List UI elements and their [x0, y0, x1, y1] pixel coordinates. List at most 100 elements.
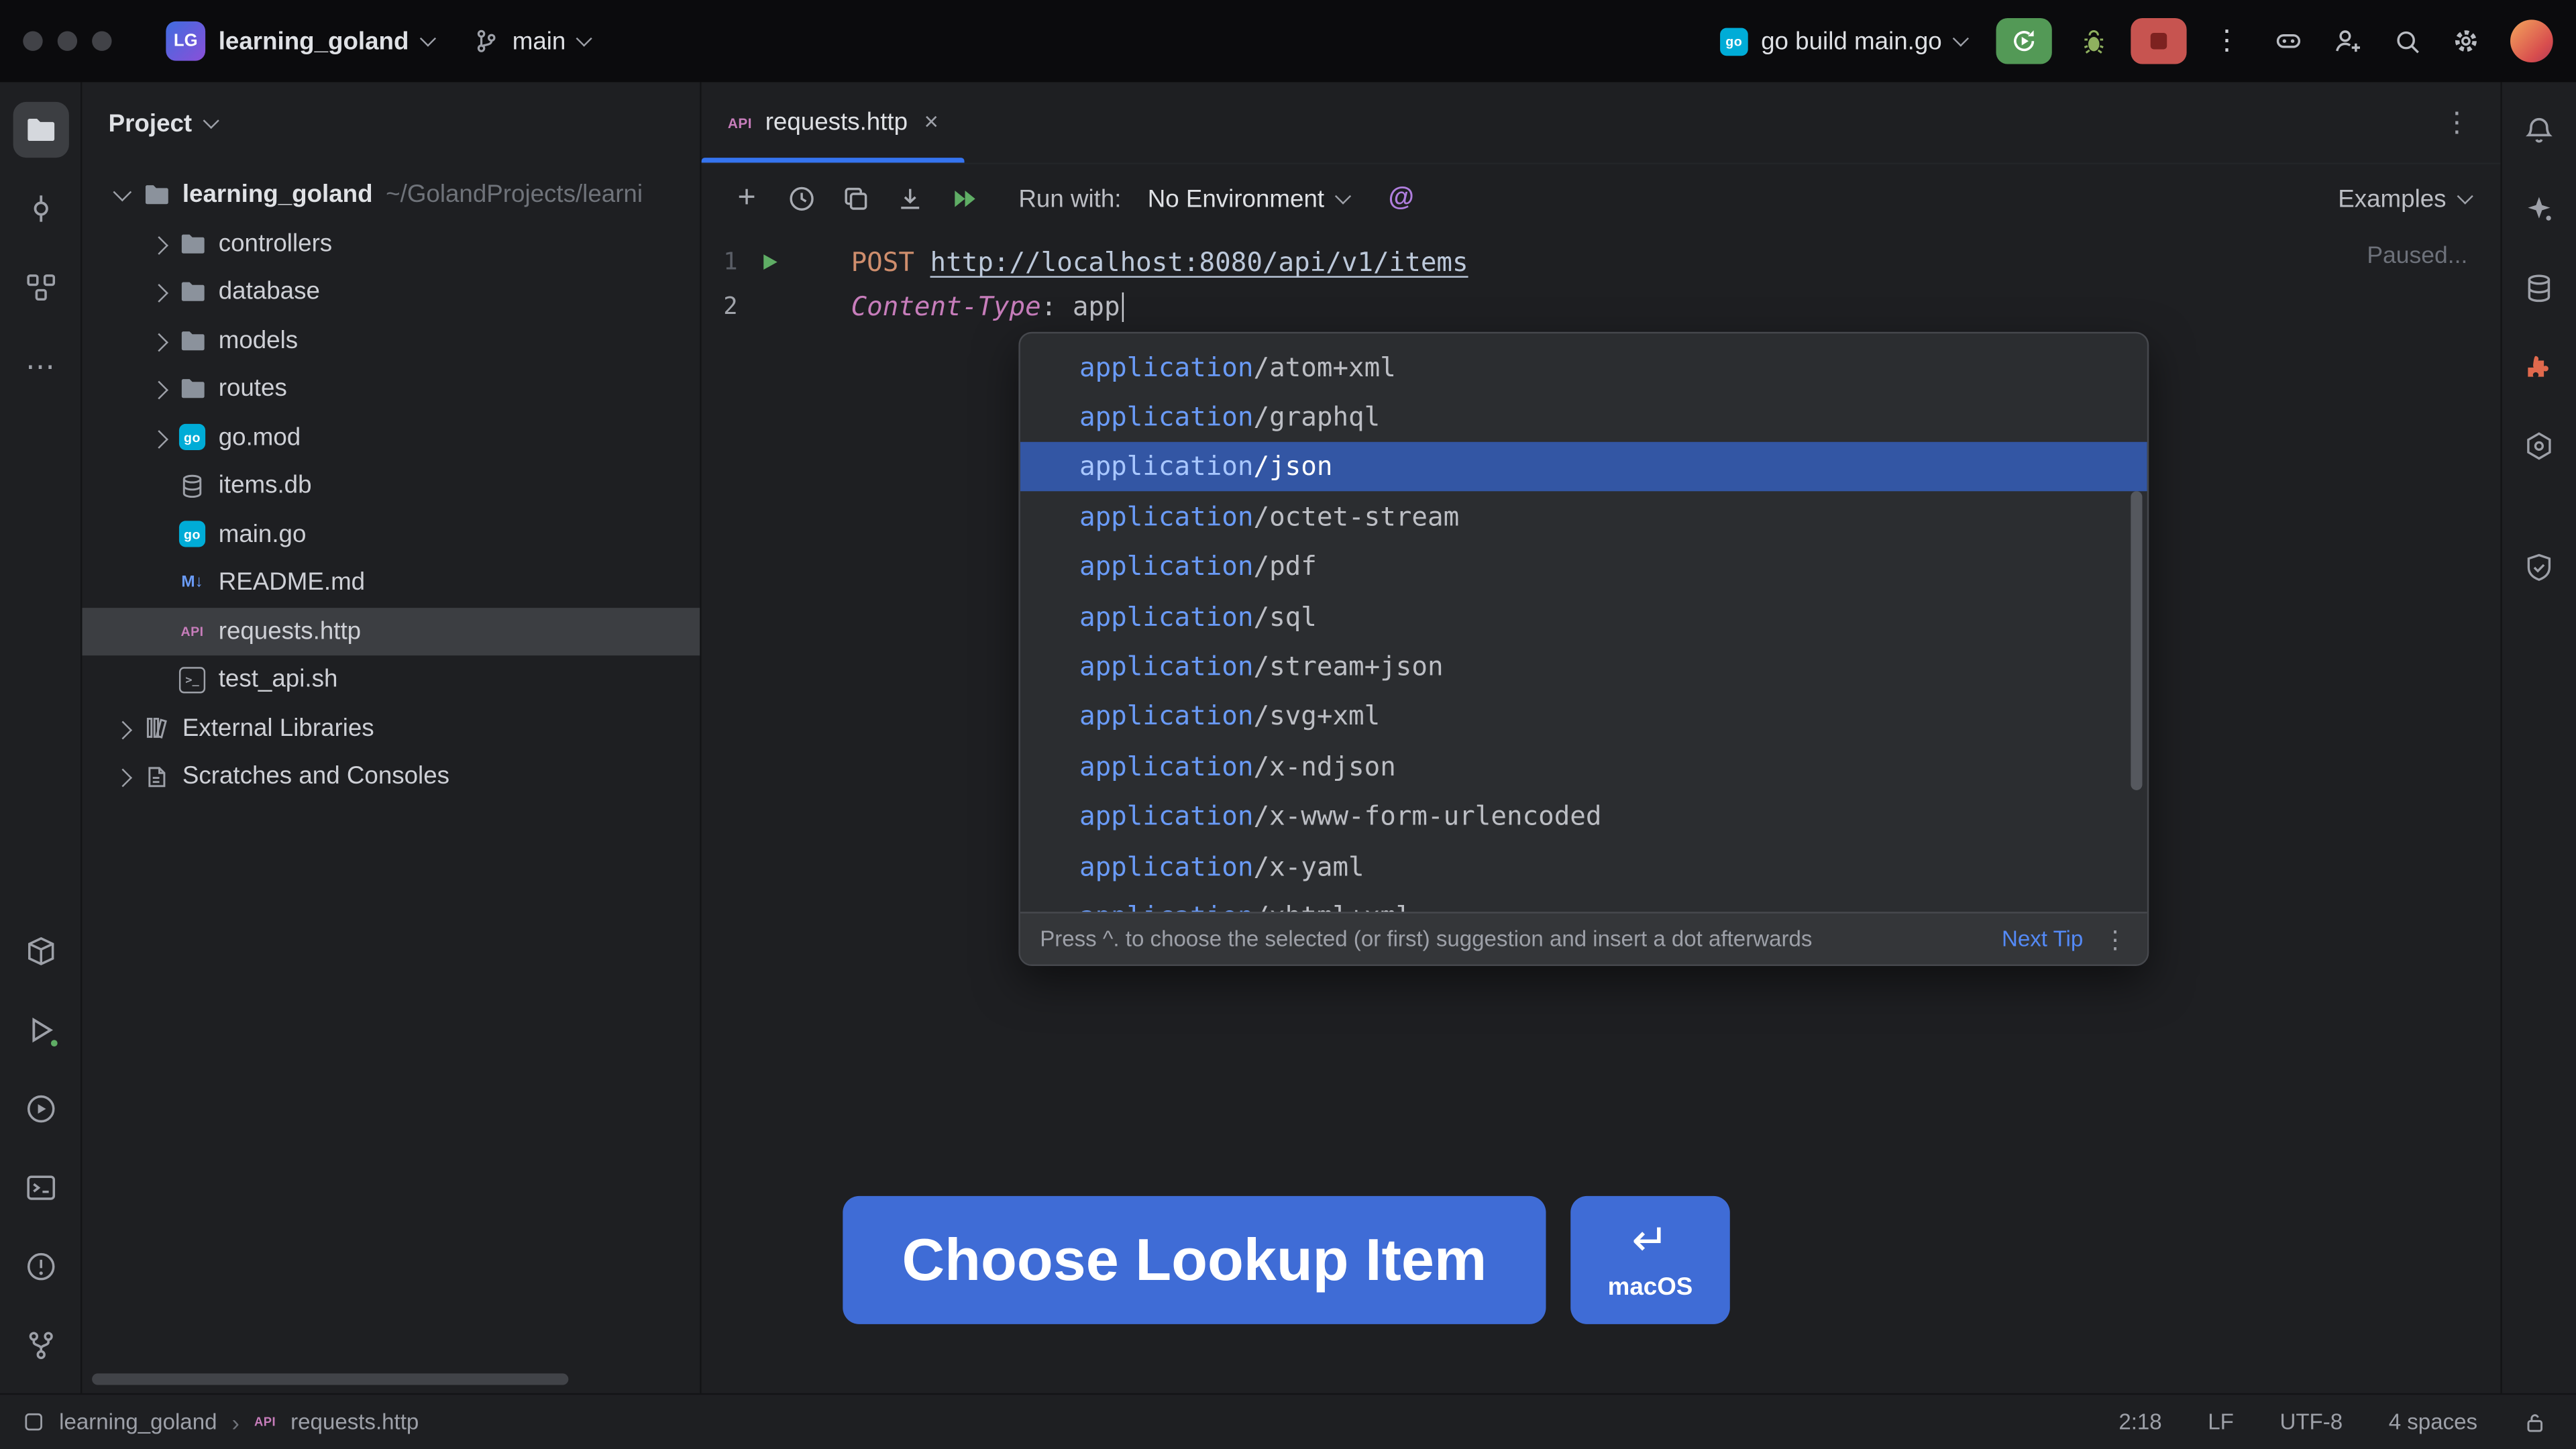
project-tool-button[interactable]: [12, 102, 68, 158]
write-access-lock-icon[interactable]: [2524, 1410, 2546, 1433]
tree-item-readme[interactable]: M↓ README.md: [82, 559, 700, 607]
environment-selector[interactable]: No Environment: [1148, 185, 1349, 213]
tree-item-routes[interactable]: routes: [82, 365, 700, 413]
tree-item-models[interactable]: models: [82, 316, 700, 364]
search-everywhere-icon[interactable]: [2382, 18, 2431, 64]
copilot-status-icon[interactable]: [2264, 18, 2313, 64]
completion-item[interactable]: application/atom+xml: [1020, 341, 2147, 391]
user-avatar[interactable]: [2510, 19, 2553, 62]
completion-item[interactable]: application/sql: [1020, 592, 2147, 641]
tree-item-items-db[interactable]: items.db: [82, 462, 700, 510]
indent-widget[interactable]: 4 spaces: [2389, 1409, 2477, 1434]
rerun-button[interactable]: [1996, 18, 2052, 64]
settings-gear-icon[interactable]: [2441, 18, 2490, 64]
tree-item-label: controllers: [219, 229, 332, 258]
completion-footer: Press ^. to choose the selected (or firs…: [1020, 912, 2147, 964]
encoding-widget[interactable]: UTF-8: [2279, 1409, 2343, 1434]
examples-dropdown[interactable]: Examples: [2338, 185, 2471, 213]
breadcrumb-file[interactable]: requests.http: [290, 1409, 419, 1434]
more-tool-windows-button[interactable]: ⋯: [12, 338, 68, 394]
library-icon: [142, 713, 171, 743]
tab-requests-http[interactable]: API requests.http ×: [702, 82, 965, 162]
structure-tool-button[interactable]: [12, 260, 68, 315]
http-client-toolbar: +: [702, 164, 2501, 233]
completion-item[interactable]: application/x-www-form-urlencoded: [1020, 791, 2147, 841]
terminal-tool-button[interactable]: [12, 1160, 68, 1216]
completion-item[interactable]: application/xhtml+xml: [1020, 891, 2147, 912]
code-with-me-icon[interactable]: [2323, 18, 2372, 64]
debug-button[interactable]: [2065, 18, 2121, 64]
services-tool-button[interactable]: [12, 1081, 68, 1136]
text-caret: [1122, 293, 1124, 323]
completion-item[interactable]: application/graphql: [1020, 392, 2147, 441]
tree-item-controllers[interactable]: controllers: [82, 219, 700, 268]
chevron-right-icon[interactable]: [142, 237, 174, 250]
window-zoom-button[interactable]: [92, 32, 111, 51]
window-controls[interactable]: [23, 32, 111, 51]
chevron-right-icon[interactable]: [105, 771, 138, 783]
build-tool-button[interactable]: [12, 923, 68, 979]
plugins-tool-button[interactable]: [2511, 338, 2567, 394]
run-all-requests-button[interactable]: [941, 176, 985, 221]
run-tool-button[interactable]: [12, 1002, 68, 1058]
add-request-button[interactable]: +: [724, 176, 769, 221]
notifications-tool-button[interactable]: [2511, 102, 2567, 158]
problems-icon: [24, 1250, 57, 1283]
security-tool-button[interactable]: [2511, 539, 2567, 594]
project-view-selector[interactable]: Project: [82, 95, 700, 151]
tree-item-main-go[interactable]: go main.go: [82, 510, 700, 558]
copy-request-button[interactable]: [833, 176, 877, 221]
line-separator-widget[interactable]: LF: [2208, 1409, 2234, 1434]
completion-item-selected[interactable]: application/json: [1020, 441, 2147, 491]
chevron-down-icon[interactable]: [105, 189, 138, 201]
completion-item[interactable]: application/stream+json: [1020, 641, 2147, 691]
request-url[interactable]: http://localhost:8080/api/v1/items: [930, 246, 1468, 278]
version-control-tool-button[interactable]: [12, 1318, 68, 1373]
completion-item[interactable]: application/x-yaml: [1020, 841, 2147, 891]
breadcrumb-project[interactable]: learning_goland: [59, 1409, 217, 1434]
horizontal-scrollbar[interactable]: [92, 1373, 568, 1385]
chevron-right-icon[interactable]: [142, 334, 174, 346]
run-request-gutter-button[interactable]: [738, 252, 800, 273]
mention-icon[interactable]: @: [1389, 184, 1414, 213]
problems-tool-button[interactable]: [12, 1239, 68, 1295]
ai-assistant-tool-button[interactable]: [2511, 180, 2567, 236]
request-history-button[interactable]: [779, 176, 823, 221]
run-more-actions-button[interactable]: ⋮: [2200, 25, 2254, 58]
branch-selector[interactable]: main: [458, 19, 605, 63]
tree-item-database[interactable]: database: [82, 268, 700, 316]
tree-item-project-root[interactable]: learning_goland ~/GolandProjects/learni: [82, 171, 700, 219]
close-icon[interactable]: ×: [924, 109, 938, 137]
chevron-right-icon[interactable]: [105, 722, 138, 734]
terminal-icon: [24, 1171, 57, 1204]
completion-item[interactable]: application/octet-stream: [1020, 492, 2147, 541]
tree-item-requests-http[interactable]: API requests.http: [82, 607, 700, 655]
completion-options-button[interactable]: ⋮: [2103, 924, 2128, 954]
completion-scrollbar[interactable]: [2131, 491, 2142, 790]
import-request-button[interactable]: [887, 176, 931, 221]
stop-button[interactable]: [2131, 18, 2186, 64]
completion-item[interactable]: application/pdf: [1020, 541, 2147, 591]
project-selector[interactable]: LG learning_goland: [151, 13, 448, 69]
caret-position-widget[interactable]: 2:18: [2118, 1409, 2161, 1434]
play-icon: [758, 252, 780, 273]
tab-options-button[interactable]: ⋮: [2414, 106, 2501, 139]
tree-item-external-libraries[interactable]: External Libraries: [82, 704, 700, 752]
goland-window: LG learning_goland main go go build main…: [0, 0, 2576, 1449]
tree-item-scratches[interactable]: Scratches and Consoles: [82, 753, 700, 801]
next-tip-link[interactable]: Next Tip: [2002, 926, 2083, 951]
tree-item-test-api-sh[interactable]: >_ test_api.sh: [82, 655, 700, 704]
services-hexagon-tool-button[interactable]: [2511, 417, 2567, 473]
database-tool-button[interactable]: [2511, 260, 2567, 315]
completion-item[interactable]: application/svg+xml: [1020, 691, 2147, 741]
commit-tool-button[interactable]: [12, 180, 68, 236]
chevron-right-icon[interactable]: [142, 431, 174, 443]
chevron-right-icon[interactable]: [142, 383, 174, 395]
chevron-right-icon[interactable]: [142, 286, 174, 298]
run-configuration-selector[interactable]: go go build main.go: [1720, 27, 1967, 55]
window-minimize-button[interactable]: [58, 32, 77, 51]
tree-item-label: items.db: [219, 472, 312, 500]
tree-item-go-mod[interactable]: go go.mod: [82, 413, 700, 462]
completion-item[interactable]: application/x-ndjson: [1020, 741, 2147, 791]
window-close-button[interactable]: [23, 32, 42, 51]
